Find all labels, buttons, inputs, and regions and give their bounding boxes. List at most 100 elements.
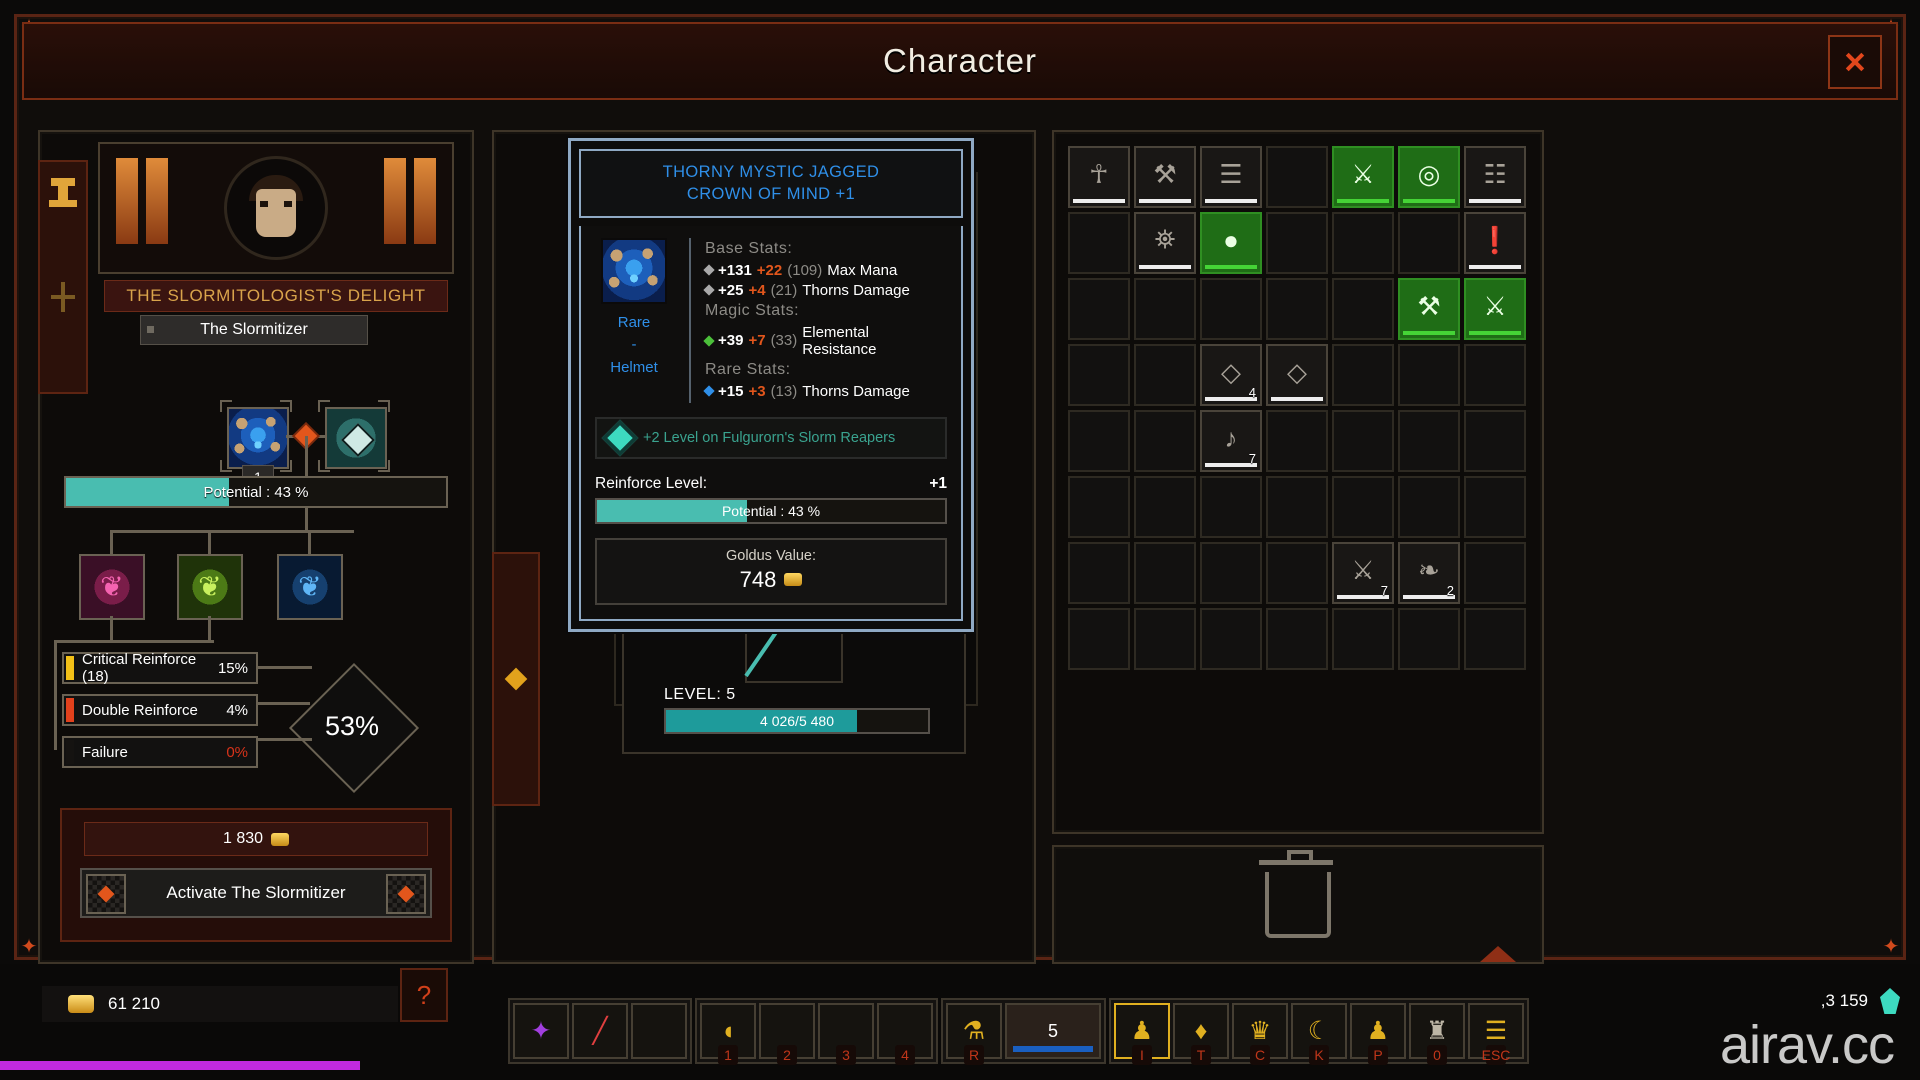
inventory-empty-cell[interactable]: [1068, 476, 1130, 538]
inventory-empty-cell[interactable]: [1266, 410, 1328, 472]
inventory-empty-cell[interactable]: [1266, 278, 1328, 340]
stat-total: +15: [718, 382, 744, 400]
inventory-empty-cell[interactable]: [1398, 476, 1460, 538]
outcome-value: 0%: [226, 743, 248, 761]
inventory-item-cell[interactable]: ◇ 4: [1200, 344, 1262, 406]
inventory-item-cell[interactable]: ☥: [1068, 146, 1130, 208]
inventory-empty-cell[interactable]: [1068, 608, 1130, 670]
hotkey-label: R: [964, 1045, 984, 1065]
inventory-empty-cell[interactable]: [1464, 410, 1526, 472]
skill-empty[interactable]: [631, 1003, 687, 1059]
inventory-empty-cell[interactable]: [1464, 608, 1526, 670]
inventory-item-cell[interactable]: ⛯: [1134, 212, 1196, 274]
ult-4[interactable]: 4: [877, 1003, 933, 1065]
inventory-empty-cell[interactable]: [1200, 608, 1262, 670]
inventory-empty-cell[interactable]: [1200, 476, 1262, 538]
inventory-empty-cell[interactable]: [1266, 476, 1328, 538]
rune-slot-green[interactable]: ❦: [177, 554, 243, 620]
ult-3[interactable]: 3: [818, 1003, 874, 1065]
rune-slot-blue[interactable]: ❦: [277, 554, 343, 620]
inventory-empty-cell[interactable]: [1464, 476, 1526, 538]
ult-1[interactable]: ◖ 1: [700, 1003, 756, 1065]
inventory-empty-cell[interactable]: [1200, 542, 1262, 604]
inventory-item-cell[interactable]: ⚔: [1332, 146, 1394, 208]
inventory-item-cell[interactable]: ❧ 2: [1398, 542, 1460, 604]
inventory-empty-cell[interactable]: [1134, 608, 1196, 670]
durability-bar: [1271, 397, 1323, 401]
inventory-empty-cell[interactable]: [1266, 146, 1328, 208]
inventory-empty-cell[interactable]: [1068, 542, 1130, 604]
inventory-item-cell[interactable]: ◎: [1398, 146, 1460, 208]
inventory-item-cell[interactable]: ♪ 7: [1200, 410, 1262, 472]
inventory-item-cell[interactable]: ⚒: [1398, 278, 1460, 340]
inventory-empty-cell[interactable]: [1332, 410, 1394, 472]
slormitizer-panel: THE SLORMITOLOGIST'S DELIGHT The Slormit…: [38, 130, 474, 976]
inventory-button[interactable]: ♟ I: [1114, 1003, 1170, 1065]
skilltree-button[interactable]: ♦ T: [1173, 1003, 1229, 1065]
trash-panel[interactable]: [1052, 845, 1544, 964]
inventory-item-cell[interactable]: ⚔ 7: [1332, 542, 1394, 604]
inventory-empty-cell[interactable]: [1332, 608, 1394, 670]
inventory-empty-cell[interactable]: [1068, 410, 1130, 472]
activate-slormitizer-button[interactable]: Activate The Slormitizer: [80, 868, 432, 918]
rune-slot-pink[interactable]: ❦: [79, 554, 145, 620]
input-item-slot[interactable]: 1: [227, 407, 289, 489]
inventory-empty-cell[interactable]: [1332, 212, 1394, 274]
menu-button[interactable]: ☰ ESC: [1468, 1003, 1524, 1065]
potion-button[interactable]: ⚗ R: [946, 1003, 1002, 1065]
tooltip-potential-label: Potential : 43 %: [721, 502, 821, 519]
inventory-empty-cell[interactable]: [1398, 608, 1460, 670]
skill-purple[interactable]: ✦: [513, 1003, 569, 1059]
inventory-item-cell[interactable]: ⚔: [1464, 278, 1526, 340]
help-button[interactable]: ?: [400, 968, 448, 1022]
inventory-empty-cell[interactable]: [1332, 278, 1394, 340]
item-count: 7: [1248, 451, 1256, 466]
outcome-marker-icon: [66, 656, 74, 680]
inventory-item-cell[interactable]: ●: [1200, 212, 1262, 274]
inventory-empty-cell[interactable]: [1134, 410, 1196, 472]
skill-red[interactable]: ╱: [572, 1003, 628, 1059]
inventory-empty-cell[interactable]: [1398, 212, 1460, 274]
close-button[interactable]: [1828, 35, 1882, 89]
tooltip-body: Rare - Helmet Base Stats: +131 +22 (109) Max…: [579, 225, 963, 621]
inventory-empty-cell[interactable]: [1200, 278, 1262, 340]
inventory-empty-cell[interactable]: [1464, 542, 1526, 604]
profile-button[interactable]: ♟ P: [1350, 1003, 1406, 1065]
inventory-empty-cell[interactable]: [1464, 344, 1526, 406]
reapers-button[interactable]: ☾ K: [1291, 1003, 1347, 1065]
coin-icon: [271, 832, 290, 846]
inventory-item-cell[interactable]: ◇: [1266, 344, 1328, 406]
inventory-empty-cell[interactable]: [1332, 344, 1394, 406]
expand-arrow-icon[interactable]: [1480, 946, 1516, 962]
trophies-button[interactable]: ♜ 0: [1409, 1003, 1465, 1065]
character-button[interactable]: ♛ C: [1232, 1003, 1288, 1065]
durability-bar: [1469, 331, 1521, 335]
inventory-empty-cell[interactable]: [1068, 344, 1130, 406]
activate-right-icon: [386, 874, 426, 914]
inventory-empty-cell[interactable]: [1398, 344, 1460, 406]
inventory-item-cell[interactable]: ☷: [1464, 146, 1526, 208]
slormitizer-craft-area: 1 Potential : 43 %: [54, 352, 452, 794]
inventory-empty-cell[interactable]: [1134, 476, 1196, 538]
inventory-empty-cell[interactable]: [1134, 344, 1196, 406]
ult-2[interactable]: 2: [759, 1003, 815, 1065]
durability-bar: [1139, 199, 1191, 203]
inventory-empty-cell[interactable]: [1266, 542, 1328, 604]
connector-line: [258, 666, 312, 669]
reagent-item-slot[interactable]: [325, 407, 387, 469]
stat-name: Thorns Damage: [802, 281, 910, 299]
inventory-empty-cell[interactable]: [1266, 608, 1328, 670]
inventory-empty-cell[interactable]: [1134, 542, 1196, 604]
inventory-item-cell[interactable]: ⚒: [1134, 146, 1196, 208]
inventory-empty-cell[interactable]: [1398, 410, 1460, 472]
center-tab-rail[interactable]: [492, 552, 540, 806]
inventory-item-cell[interactable]: ☰: [1200, 146, 1262, 208]
weapon-xp-label: 4 026/5 480: [760, 713, 834, 729]
inventory-empty-cell[interactable]: [1332, 476, 1394, 538]
potion-count: 5: [1047, 1020, 1058, 1041]
inventory-empty-cell[interactable]: [1068, 212, 1130, 274]
inventory-empty-cell[interactable]: [1134, 278, 1196, 340]
inventory-empty-cell[interactable]: [1068, 278, 1130, 340]
inventory-empty-cell[interactable]: [1266, 212, 1328, 274]
inventory-item-cell[interactable]: ❗: [1464, 212, 1526, 274]
